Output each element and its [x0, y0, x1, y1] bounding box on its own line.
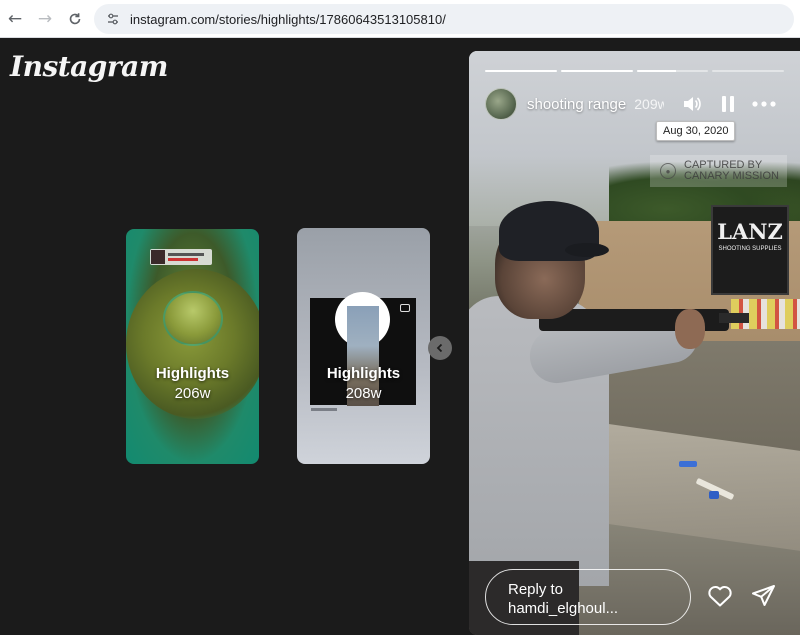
watermark: ● CAPTURED BY CANARY MISSION	[650, 155, 787, 187]
sign-subtitle: SHOOTING SUPPLIES	[718, 246, 782, 252]
rifle-barrel	[719, 313, 749, 323]
attribution-sticker	[150, 249, 212, 265]
watermark-text: CAPTURED BY CANARY MISSION	[684, 160, 779, 182]
address-bar[interactable]: instagram.com/stories/highlights/1786064…	[94, 4, 794, 34]
highlight-label: Highlights	[326, 365, 401, 382]
story-progress	[485, 70, 784, 72]
progress-fill	[560, 70, 633, 72]
food-image	[163, 291, 223, 346]
highlight-card[interactable]: Highlights 206w	[126, 229, 259, 464]
sign-title: LANZ	[717, 219, 783, 244]
heart-icon[interactable]	[707, 584, 733, 610]
story-header: shooting range 209w	[485, 88, 784, 120]
progress-segment	[712, 70, 784, 72]
camera-icon	[400, 304, 410, 312]
progress-fill	[636, 70, 676, 72]
url-text[interactable]: instagram.com/stories/highlights/1786064…	[130, 12, 446, 27]
date-tooltip: Aug 30, 2020	[656, 121, 736, 141]
person-hand	[675, 309, 705, 349]
story-viewer[interactable]: LANZ SHOOTING SUPPLIES shooting range 20…	[469, 51, 800, 635]
avatar[interactable]	[485, 88, 517, 120]
attribution-text	[168, 253, 204, 261]
send-icon[interactable]	[751, 584, 777, 610]
forward-arrow-icon[interactable]: →	[30, 4, 60, 34]
progress-segment	[560, 70, 633, 72]
progress-segment	[485, 70, 557, 72]
canary-logo-icon: ●	[660, 163, 676, 179]
progress-fill	[485, 70, 557, 72]
chevron-left-icon	[436, 343, 443, 353]
reload-icon[interactable]	[60, 4, 90, 34]
pause-icon[interactable]	[717, 93, 739, 115]
shotgun-shell	[679, 461, 697, 467]
story-username[interactable]: shooting range	[527, 96, 626, 113]
back-arrow-icon[interactable]: ←	[0, 4, 30, 34]
more-options-icon[interactable]	[751, 93, 777, 115]
instagram-page: Instagram Highlights 206w Highlights 208…	[0, 38, 800, 635]
reply-placeholder: hamdi_elghoul...	[508, 600, 619, 617]
progress-segment	[636, 70, 709, 72]
watermark-line: CANARY MISSION	[684, 170, 779, 182]
reply-input[interactable]: Reply to hamdi_elghoul...	[485, 569, 691, 625]
highlight-time: 206w	[174, 385, 211, 402]
story-time[interactable]: 209w	[634, 96, 664, 112]
browser-toolbar: ← → instagram.com/stories/highlights/178…	[0, 0, 800, 38]
attribution-avatar	[151, 250, 165, 264]
highlight-label: Highlights	[155, 365, 230, 382]
site-settings-icon[interactable]	[100, 6, 126, 32]
caption-line	[311, 408, 337, 411]
store-sign: LANZ SHOOTING SUPPLIES	[711, 205, 789, 295]
instagram-logo[interactable]: Instagram	[10, 50, 168, 83]
highlight-card[interactable]: Highlights 208w	[297, 228, 430, 464]
cap-brim	[565, 243, 609, 257]
highlight-time: 208w	[345, 385, 382, 402]
shotgun-shell	[709, 491, 719, 499]
previous-story-button[interactable]	[428, 336, 452, 360]
reply-placeholder: Reply to	[508, 581, 564, 598]
volume-icon[interactable]	[681, 93, 703, 115]
